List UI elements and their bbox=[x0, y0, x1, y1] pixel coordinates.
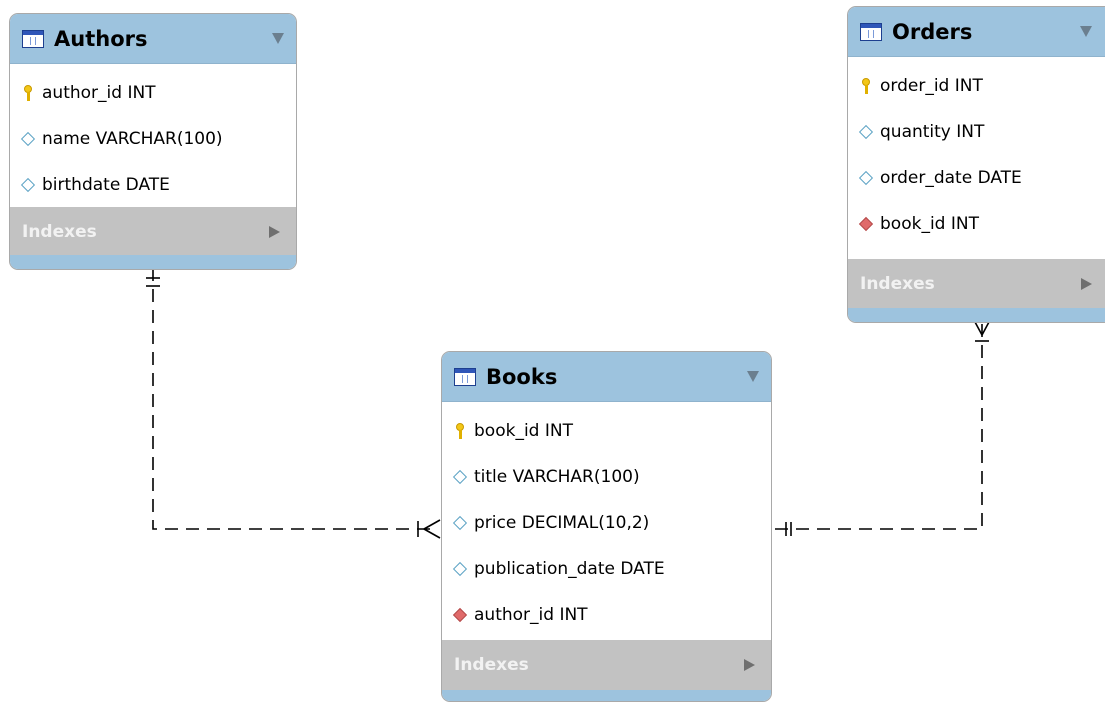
table-icon bbox=[860, 22, 882, 41]
orders-columns: order_id INT quantity INT order_date DAT… bbox=[848, 57, 1105, 253]
table-icon bbox=[22, 29, 44, 48]
books-indexes-section[interactable]: Indexes bbox=[442, 640, 771, 690]
authors-columns: author_id INT name VARCHAR(100) birthdat… bbox=[10, 64, 296, 214]
relationship-books-orders-line[interactable] bbox=[775, 322, 983, 530]
authors-indexes-section[interactable]: Indexes bbox=[10, 207, 296, 257]
indexes-label: Indexes bbox=[22, 222, 97, 242]
books-table-footer bbox=[442, 690, 771, 701]
column-row[interactable]: quantity INT bbox=[848, 109, 1105, 155]
column-row[interactable]: author_id INT bbox=[442, 592, 771, 638]
orders-table[interactable]: Orders order_id INT quantity INT order_d… bbox=[847, 6, 1105, 323]
column-row[interactable]: title VARCHAR(100) bbox=[442, 454, 771, 500]
column-label: order_date DATE bbox=[880, 168, 1022, 188]
column-label: author_id INT bbox=[474, 605, 588, 625]
column-label: book_id INT bbox=[880, 214, 979, 234]
column-label: price DECIMAL(10,2) bbox=[474, 513, 650, 533]
column-row[interactable]: book_id INT bbox=[848, 201, 1105, 247]
table-icon bbox=[454, 367, 476, 386]
column-label: order_id INT bbox=[880, 76, 983, 96]
column-diamond-icon bbox=[454, 561, 466, 577]
column-label: quantity INT bbox=[880, 122, 985, 142]
column-diamond-icon bbox=[454, 515, 466, 531]
column-label: publication_date DATE bbox=[474, 559, 665, 579]
primary-key-icon bbox=[454, 423, 466, 439]
primary-key-icon bbox=[22, 85, 34, 101]
column-row[interactable]: publication_date DATE bbox=[442, 546, 771, 592]
orders-table-header[interactable]: Orders bbox=[848, 7, 1105, 57]
indexes-label: Indexes bbox=[860, 274, 935, 294]
column-diamond-icon bbox=[22, 131, 34, 147]
orders-indexes-section[interactable]: Indexes bbox=[848, 259, 1105, 309]
authors-table[interactable]: Authors author_id INT name VARCHAR(100) … bbox=[9, 13, 297, 270]
foreign-key-icon bbox=[454, 607, 466, 623]
column-diamond-icon bbox=[860, 124, 872, 140]
column-label: name VARCHAR(100) bbox=[42, 129, 223, 149]
column-diamond-icon bbox=[860, 170, 872, 186]
column-diamond-icon bbox=[454, 469, 466, 485]
books-one-and-only-one-marker bbox=[785, 522, 792, 536]
column-row[interactable]: author_id INT bbox=[10, 70, 296, 116]
column-row[interactable]: name VARCHAR(100) bbox=[10, 116, 296, 162]
column-label: book_id INT bbox=[474, 421, 573, 441]
expand-arrow-icon[interactable] bbox=[1081, 278, 1092, 290]
expand-arrow-icon[interactable] bbox=[744, 659, 755, 671]
collapse-caret-icon[interactable] bbox=[747, 371, 759, 382]
column-row[interactable]: price DECIMAL(10,2) bbox=[442, 500, 771, 546]
authors-table-footer bbox=[10, 255, 296, 269]
authors-table-header[interactable]: Authors bbox=[10, 14, 296, 64]
column-row[interactable]: order_date DATE bbox=[848, 155, 1105, 201]
column-label: birthdate DATE bbox=[42, 175, 170, 195]
column-diamond-icon bbox=[22, 177, 34, 193]
expand-arrow-icon[interactable] bbox=[269, 226, 280, 238]
books-table[interactable]: Books book_id INT title VARCHAR(100) pri… bbox=[441, 351, 772, 702]
books-table-header[interactable]: Books bbox=[442, 352, 771, 402]
authors-table-title: Authors bbox=[54, 26, 148, 51]
books-columns: book_id INT title VARCHAR(100) price DEC… bbox=[442, 402, 771, 644]
collapse-caret-icon[interactable] bbox=[1080, 26, 1092, 37]
primary-key-icon bbox=[860, 78, 872, 94]
orders-table-footer bbox=[848, 308, 1105, 322]
foreign-key-icon bbox=[860, 216, 872, 232]
column-row[interactable]: birthdate DATE bbox=[10, 162, 296, 208]
indexes-label: Indexes bbox=[454, 655, 529, 675]
column-label: author_id INT bbox=[42, 83, 156, 103]
orders-table-title: Orders bbox=[892, 19, 973, 44]
books-table-title: Books bbox=[486, 364, 558, 389]
column-row[interactable]: book_id INT bbox=[442, 408, 771, 454]
collapse-caret-icon[interactable] bbox=[272, 33, 284, 44]
relationship-authors-books-line[interactable] bbox=[152, 268, 436, 530]
column-row[interactable]: order_id INT bbox=[848, 63, 1105, 109]
column-label: title VARCHAR(100) bbox=[474, 467, 640, 487]
